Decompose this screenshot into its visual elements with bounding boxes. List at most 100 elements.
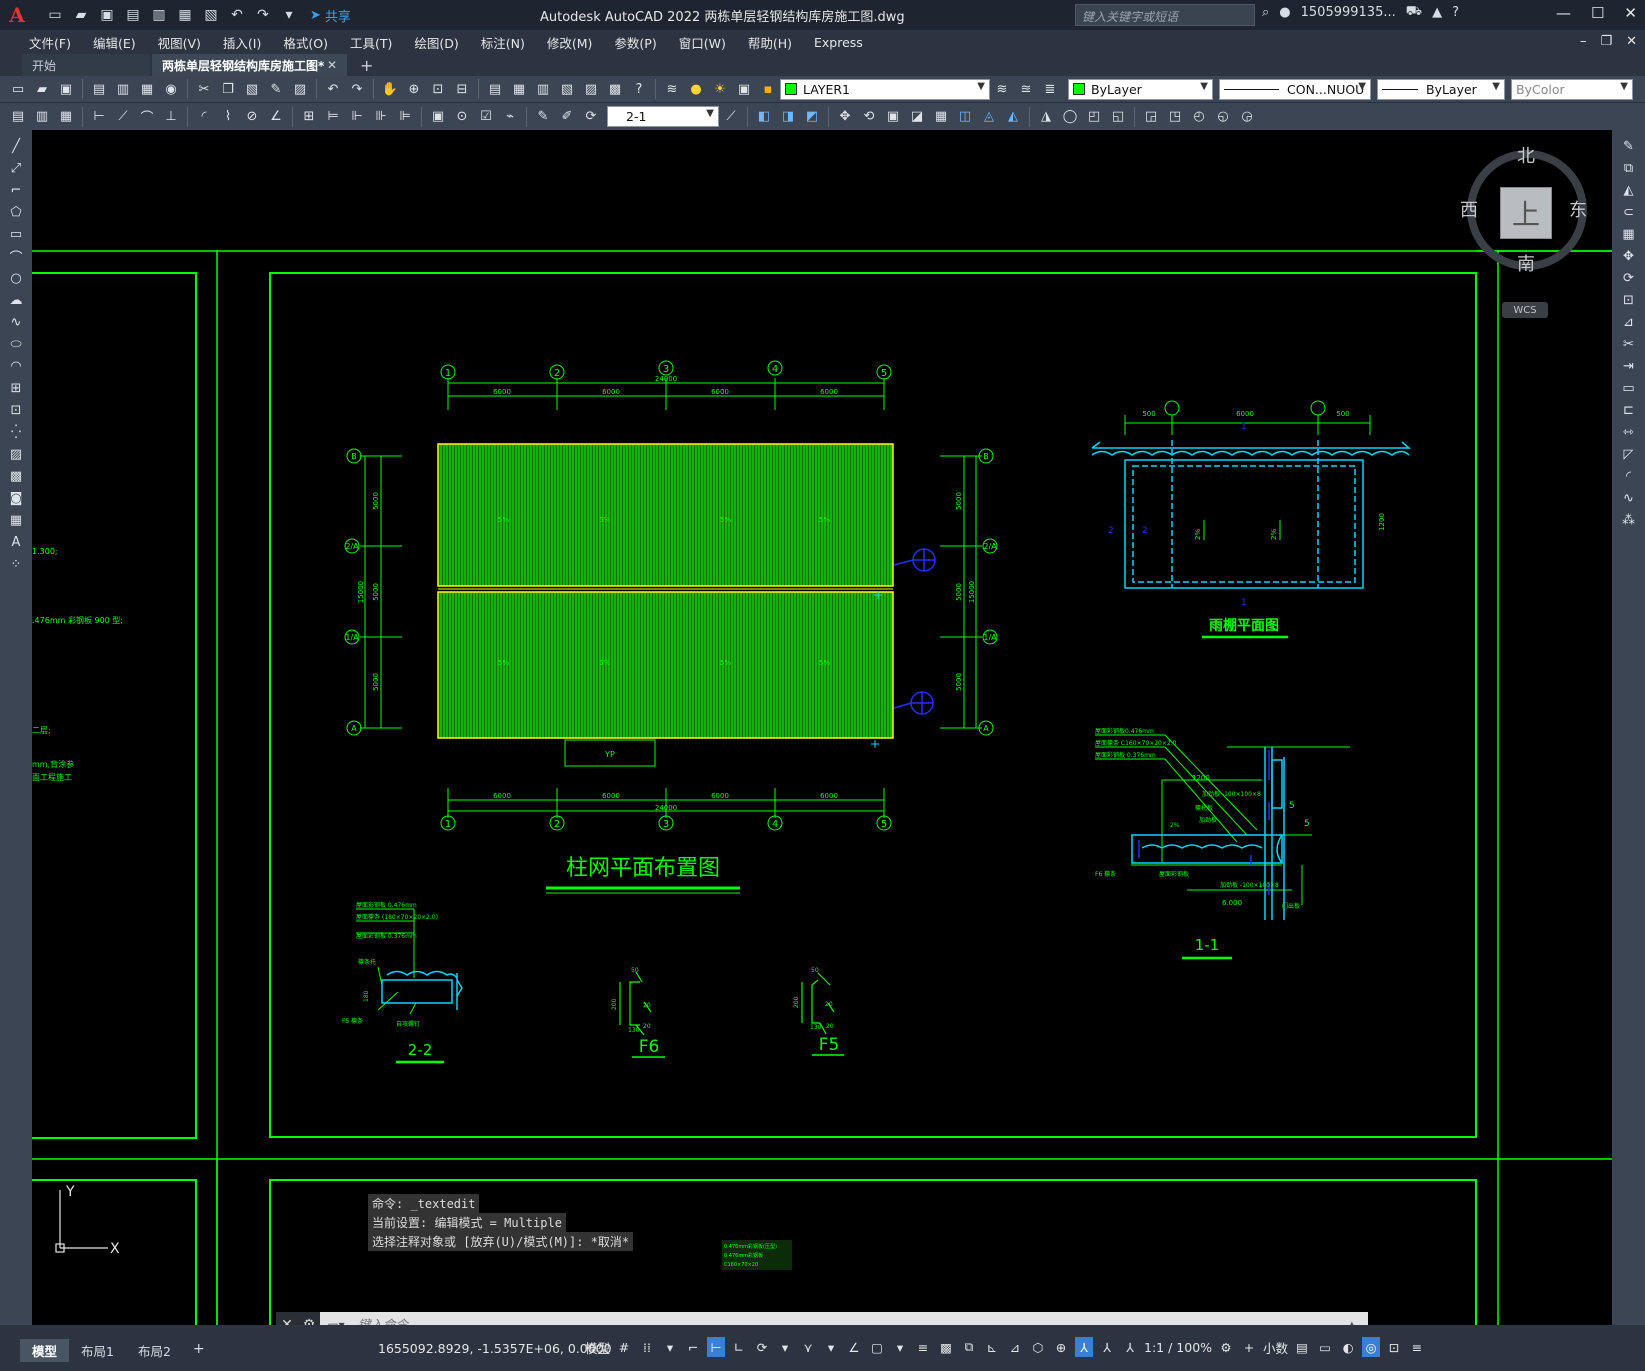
viewcube-south[interactable]: 南: [1517, 250, 1535, 276]
color-dropdown[interactable]: ByLayer ▼: [1068, 78, 1213, 100]
auto-scale-icon[interactable]: ⅄: [1098, 1337, 1116, 1357]
stretch-icon[interactable]: ⊿: [1618, 312, 1640, 332]
blend-curves-icon[interactable]: ∿: [1618, 488, 1640, 508]
dim-arc-icon[interactable]: ⌒: [136, 107, 158, 127]
layer-states-icon[interactable]: ≣: [1039, 79, 1061, 99]
search-icon[interactable]: ⌕: [1262, 5, 1269, 20]
modeling-box-icon[interactable]: ◧: [753, 107, 775, 127]
copy-icon[interactable]: ❐: [217, 79, 239, 99]
mtext-icon[interactable]: A: [5, 532, 27, 552]
menu-express[interactable]: Express: [803, 35, 874, 50]
dim-edit-icon[interactable]: ✎: [532, 107, 554, 127]
extend-icon[interactable]: ⇥: [1618, 356, 1640, 376]
dim-radius-icon[interactable]: ◜: [193, 107, 215, 127]
trim-icon[interactable]: ✂: [1618, 334, 1640, 354]
dim-jogged-icon[interactable]: ⌇: [217, 107, 239, 127]
search-input[interactable]: 键入关键字或短语: [1075, 4, 1255, 26]
dim-linear-icon[interactable]: ⊢: [88, 107, 110, 127]
doc-minimize-icon[interactable]: –: [1580, 34, 1587, 49]
help-button[interactable]: ?: [1452, 5, 1459, 20]
transparency-icon[interactable]: ▩: [937, 1337, 955, 1357]
share-button[interactable]: ➤ 共享: [310, 6, 351, 25]
menu-edit[interactable]: 编辑(E): [82, 33, 147, 52]
snap-mode-icon[interactable]: ⁞⁞: [638, 1337, 656, 1357]
array-icon[interactable]: ▦: [1618, 224, 1640, 244]
layer-on-icon[interactable]: ●: [685, 79, 707, 99]
tab-close-icon[interactable]: ✕: [327, 58, 337, 72]
menu-help[interactable]: 帮助(H): [737, 33, 803, 52]
array-3d-icon[interactable]: ▦: [930, 107, 952, 127]
redo-icon[interactable]: ↷: [252, 4, 274, 26]
doc-restore-icon[interactable]: ❐: [1600, 34, 1612, 49]
tab-layout1[interactable]: 布局1: [69, 1339, 126, 1362]
user-account[interactable]: 1505999135...: [1301, 5, 1396, 20]
tab-active-drawing[interactable]: 两栋单层轻钢结构库房施工图* ✕: [152, 54, 347, 76]
clean-screen-icon[interactable]: ⊡: [1385, 1337, 1403, 1357]
dim-update-icon[interactable]: ⟳: [580, 107, 602, 127]
extrude-icon[interactable]: ◮: [1035, 107, 1057, 127]
inspect-icon[interactable]: ☑: [475, 107, 497, 127]
mirror-icon[interactable]: ◭: [1618, 180, 1640, 200]
web-mobile-save-icon[interactable]: ▦: [174, 4, 196, 26]
move-3d-icon[interactable]: ✥: [834, 107, 856, 127]
cut-icon[interactable]: ✂: [193, 79, 215, 99]
menu-file[interactable]: 文件(F): [18, 33, 82, 52]
selection-cycling-icon[interactable]: ⧉: [960, 1337, 978, 1357]
zoom-realtime-icon[interactable]: ⊕: [403, 79, 425, 99]
annotation-scale-value[interactable]: 1:1 / 100%: [1144, 1337, 1212, 1357]
rotate-icon[interactable]: ⟳: [1618, 268, 1640, 288]
menu-parametric[interactable]: 参数(P): [603, 33, 667, 52]
isolate-objects-icon[interactable]: ◐: [1339, 1337, 1357, 1357]
insert-block-icon[interactable]: ⊞: [5, 378, 27, 398]
make-block-icon[interactable]: ⊡: [5, 400, 27, 420]
interfere-icon[interactable]: ◴: [1188, 107, 1210, 127]
sweep-icon[interactable]: ◰: [1083, 107, 1105, 127]
close-icon[interactable]: ✕: [1624, 4, 1637, 22]
new-tab-button[interactable]: +: [360, 56, 373, 75]
align-3d-icon[interactable]: ▣: [882, 107, 904, 127]
hardware-acceleration-icon[interactable]: ◎: [1362, 1337, 1381, 1357]
thicken-icon[interactable]: ◵: [1212, 107, 1234, 127]
polyline-icon[interactable]: ⌐: [5, 180, 27, 200]
gizmo-icon[interactable]: ⊕: [1052, 1337, 1070, 1357]
text-style-icon[interactable]: ▥: [31, 107, 53, 127]
modeling-wedge-icon[interactable]: ◨: [777, 107, 799, 127]
zoom-previous-icon[interactable]: ⊟: [451, 79, 473, 99]
preview-icon[interactable]: ▥: [112, 79, 134, 99]
dynamic-input-icon[interactable]: ⊢: [707, 1337, 726, 1357]
loft-icon[interactable]: ◱: [1107, 107, 1129, 127]
jogged-linear-icon[interactable]: ⌁: [499, 107, 521, 127]
table-style-icon[interactable]: ▦: [55, 107, 77, 127]
union-icon[interactable]: ◫: [954, 107, 976, 127]
undo-icon[interactable]: ↶: [322, 79, 344, 99]
match-properties-icon[interactable]: ✎: [265, 79, 287, 99]
menu-view[interactable]: 视图(V): [147, 33, 212, 52]
explode-icon[interactable]: ⁂: [1618, 510, 1640, 530]
sheet-set-icon[interactable]: ▧: [556, 79, 578, 99]
break-at-point-icon[interactable]: ▭: [1618, 378, 1640, 398]
subtract-icon[interactable]: ◬: [978, 107, 1000, 127]
qnew-icon[interactable]: ▭: [7, 79, 29, 99]
open-icon[interactable]: ▰: [31, 79, 53, 99]
block-editor-icon[interactable]: ▨: [289, 79, 311, 99]
menu-modify[interactable]: 修改(M): [536, 33, 604, 52]
lineweight-dropdown[interactable]: ByLayer ▼: [1377, 78, 1505, 100]
dim-ordinate-icon[interactable]: ⊥: [160, 107, 182, 127]
dim-diameter-icon[interactable]: ⊘: [241, 107, 263, 127]
rectangle-icon[interactable]: ▭: [5, 224, 27, 244]
dim-text-edit-icon[interactable]: ✐: [556, 107, 578, 127]
gradient-icon[interactable]: ▩: [5, 466, 27, 486]
tab-layout2[interactable]: 布局2: [126, 1339, 183, 1362]
annotation-scale-icon[interactable]: ⅄: [1121, 1337, 1139, 1357]
menu-draw[interactable]: 绘图(D): [403, 33, 469, 52]
quick-properties-icon[interactable]: ▤: [1293, 1337, 1311, 1357]
layer-viewport-icon[interactable]: ▣: [733, 79, 755, 99]
dim-override-icon[interactable]: ⟋: [720, 107, 742, 127]
section-plane-icon[interactable]: ◲: [1140, 107, 1162, 127]
help-icon[interactable]: ?: [628, 79, 650, 99]
drawing-canvas[interactable]: 1.300; .476mm 彩钢板 900 型; 二层; mm,背涂参 面工程施…: [32, 130, 1612, 1325]
redo-icon[interactable]: ↷: [346, 79, 368, 99]
line-icon[interactable]: ╱: [5, 136, 27, 156]
plot-icon[interactable]: ▧: [200, 4, 222, 26]
save-icon[interactable]: ▣: [55, 79, 77, 99]
